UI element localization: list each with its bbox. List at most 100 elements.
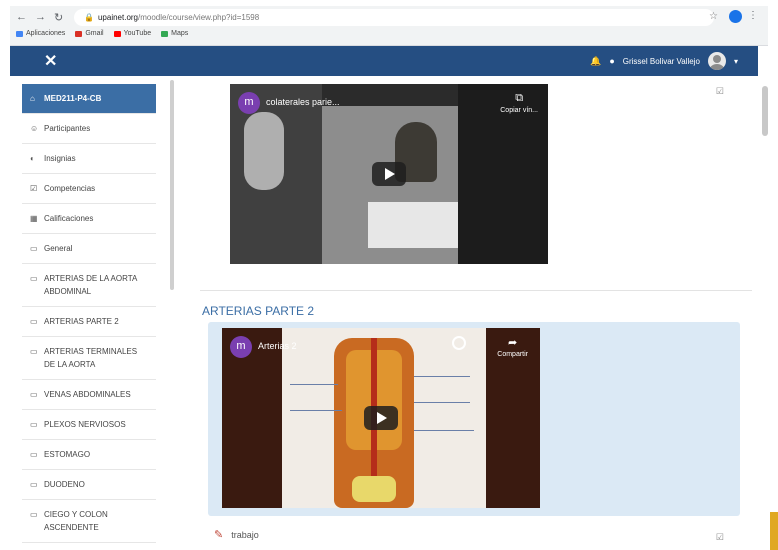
copy-icon: ⧉	[515, 92, 524, 104]
section-title: ARTERIAS PARTE 2	[202, 304, 315, 318]
drawer-item-label: General	[44, 244, 73, 253]
drawer-item-label: PLEXOS NERVIOSOS	[44, 420, 126, 429]
video-embed-2[interactable]: m Arterias 2 ➦ Compartir	[222, 328, 540, 508]
drawer-item-label: VENAS ABDOMINALES	[44, 390, 131, 399]
drawer-item-label: ARTERIAS PARTE 2	[44, 317, 119, 326]
drawer-item[interactable]: ⌂ MED211-P4-CB	[22, 84, 156, 114]
reload-icon[interactable]: ↻	[54, 11, 63, 24]
activity-label[interactable]: trabajo	[231, 530, 259, 540]
play-button[interactable]	[372, 162, 406, 186]
nav-icon: ▦	[30, 214, 38, 223]
bookmark-icon	[113, 30, 121, 37]
folder-icon: ▭	[30, 510, 38, 519]
section-divider	[200, 290, 752, 291]
video-title[interactable]: colaterales parie...	[266, 97, 340, 107]
anatomy-pelvis-shape	[352, 476, 396, 502]
video-projector-shape	[368, 202, 460, 248]
bookmark-star-icon[interactable]: ☆	[709, 11, 718, 22]
drawer-item-label: DUODENO	[44, 480, 85, 489]
completion-checkbox-icon[interactable]: ☑	[716, 532, 724, 543]
bookmark-item[interactable]: YouTube	[113, 30, 152, 37]
drawer-item[interactable]: ▭ PLEXOS NERVIOSOS	[22, 410, 156, 440]
user-menu-caret-icon[interactable]: ▾	[734, 57, 738, 66]
browser-nav-buttons: ← → ↻	[16, 11, 63, 24]
annotation-line	[414, 402, 470, 403]
bookmark-item[interactable]: Gmail	[75, 30, 104, 37]
drawer-item-label: ESTOMAGO	[44, 450, 91, 459]
channel-logo-icon: m	[238, 92, 260, 114]
back-icon[interactable]: ←	[16, 11, 27, 24]
watch-later-icon[interactable]	[452, 336, 466, 350]
bookmark-label: Gmail	[85, 30, 104, 37]
nav-icon: ◐	[30, 154, 35, 163]
browser-menu-icon[interactable]: ⋮	[748, 10, 758, 21]
course-nav-drawer: ⌂ MED211-P4-CB ☺ Participantes ◐ Insignias ☑ Co…	[22, 84, 156, 550]
completion-checkbox-icon[interactable]: ☑	[716, 86, 724, 97]
page-scrollbar[interactable]	[762, 86, 768, 136]
share-button[interactable]: ➦ Compartir	[497, 336, 528, 358]
bookmark-item[interactable]: Aplicaciones	[16, 30, 65, 37]
top-navbar: ✕ 🔔 ● Grissel Bolivar Vallejo ▾	[10, 46, 758, 76]
drawer-item-label: Competencias	[44, 184, 96, 193]
folder-icon: ▭	[30, 347, 38, 356]
drawer-item[interactable]: ☺ Participantes	[22, 114, 156, 144]
url-path: /moodle/course/view.php?id=1598	[138, 13, 260, 22]
annotation-line	[290, 384, 338, 385]
folder-icon: ▭	[30, 317, 38, 326]
bookmarks-bar: Aplicaciones Gmail YouTube Maps	[16, 30, 188, 37]
folder-icon: ▭	[30, 244, 38, 253]
drawer-item[interactable]: ▭ General	[22, 234, 156, 264]
drawer-item[interactable]: ▭ DUODENO	[22, 470, 156, 500]
nav-icon: ☺	[30, 124, 39, 133]
bookmark-label: YouTube	[123, 30, 152, 37]
video-hand-shape	[244, 112, 284, 190]
profile-icon[interactable]	[729, 10, 742, 23]
share-icon: ➦	[508, 337, 518, 349]
drawer-item-label: MED211-P4-CB	[44, 94, 102, 103]
close-drawer-icon[interactable]: ✕	[44, 51, 57, 71]
folder-icon: ▭	[30, 450, 38, 459]
user-name[interactable]: Grissel Bolivar Vallejo	[623, 57, 700, 66]
bookmark-label: Maps	[171, 30, 189, 37]
play-button[interactable]	[364, 406, 398, 430]
annotation-line	[414, 430, 474, 431]
forward-icon[interactable]: →	[35, 11, 46, 24]
drawer-item[interactable]: ▭ CIEGO Y COLON ASCENDENTE	[22, 500, 156, 543]
drawer-item[interactable]: ☑ Competencias	[22, 174, 156, 204]
annotation-line	[414, 376, 470, 377]
drawer-item-label: Participantes	[44, 124, 91, 133]
bookmark-label: Aplicaciones	[26, 30, 66, 37]
notifications-icon[interactable]: 🔔	[590, 56, 601, 67]
user-menu-area: 🔔 ● Grissel Bolivar Vallejo ▾	[590, 52, 738, 70]
avatar[interactable]	[707, 52, 726, 70]
drawer-item[interactable]: ▭ ARTERIAS PARTE 2	[22, 307, 156, 337]
copy-link-label: Copiar vín...	[500, 107, 538, 114]
url-host: upainet.org	[97, 13, 138, 22]
drawer-item[interactable]: ▭ ARTERIAS TERMINALES DE LA AORTA	[22, 337, 156, 380]
address-bar[interactable]: 🔒 upainet.org/moodle/course/view.php?id=1…	[74, 9, 714, 26]
share-label: Compartir	[497, 351, 528, 358]
lock-icon: 🔒	[84, 13, 94, 22]
copy-link-button[interactable]: ⧉ Copiar vín...	[500, 92, 538, 114]
bookmark-icon	[16, 30, 23, 37]
messages-icon[interactable]: ●	[609, 56, 614, 66]
drawer-item[interactable]: ▦ Calificaciones	[22, 204, 156, 234]
drawer-item[interactable]: ▭ VENAS ABDOMINALES	[22, 380, 156, 410]
drawer-item[interactable]: ◐ Insignias	[22, 144, 156, 174]
drawer-item-label: ARTERIAS TERMINALES DE LA AORTA	[44, 347, 138, 369]
channel-logo-icon: m	[230, 336, 252, 358]
nav-icon: ☑	[30, 184, 38, 193]
folder-icon: ▭	[30, 480, 38, 489]
activity-row[interactable]: ✎ trabajo	[214, 528, 259, 541]
folder-icon: ▭	[30, 420, 38, 429]
video-title[interactable]: Arterias 2	[258, 341, 297, 351]
video-embed-1[interactable]: m colaterales parie... ⧉ Copiar vín...	[230, 84, 548, 264]
browser-chrome: ← → ↻ 🔒 upainet.org/moodle/course/view.ph…	[10, 6, 768, 46]
corner-accent	[770, 512, 778, 550]
drawer-item[interactable]: ▭ ESTOMAGO	[22, 440, 156, 470]
drawer-scrollbar[interactable]	[170, 80, 174, 290]
drawer-item[interactable]: ▭ ARTERIAS DE LA AORTA ABDOMINAL	[22, 264, 156, 307]
drawer-item-label: ARTERIAS DE LA AORTA ABDOMINAL	[44, 274, 137, 296]
assignment-icon: ✎	[214, 529, 224, 541]
bookmark-item[interactable]: Maps	[161, 30, 188, 37]
